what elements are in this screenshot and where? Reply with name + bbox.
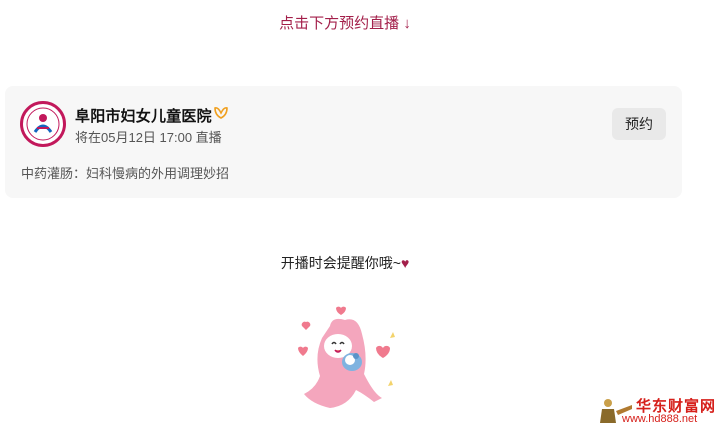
remind-message: 开播时会提醒你哦~♥ <box>0 253 690 273</box>
verified-badge-icon <box>214 107 228 119</box>
cartoon-sticker <box>298 306 395 408</box>
watermark-url: www.hd888.net <box>622 413 698 425</box>
live-description: 中药灌肠：妇科慢病的外用调理妙招 <box>21 166 230 181</box>
heart-icon: ♥ <box>400 255 410 271</box>
watermark: 华东财富网 www.hd888.net <box>598 395 718 427</box>
live-schedule-text: 将在05月12日 17:00 直播 <box>75 130 222 145</box>
reserve-hint-text: 点击下方预约直播 ↓ <box>279 15 411 32</box>
hospital-logo <box>20 101 66 147</box>
remind-text: 开播时会提醒你哦~ <box>280 255 401 271</box>
reserve-button[interactable]: 预约 <box>612 108 666 140</box>
organization-name[interactable]: 阜阳市妇女儿童医院 <box>75 105 212 126</box>
live-reservation-card: 阜阳市妇女儿童医院 将在05月12日 17:00 直播 预约 中药灌肠：妇科慢病… <box>5 86 682 198</box>
